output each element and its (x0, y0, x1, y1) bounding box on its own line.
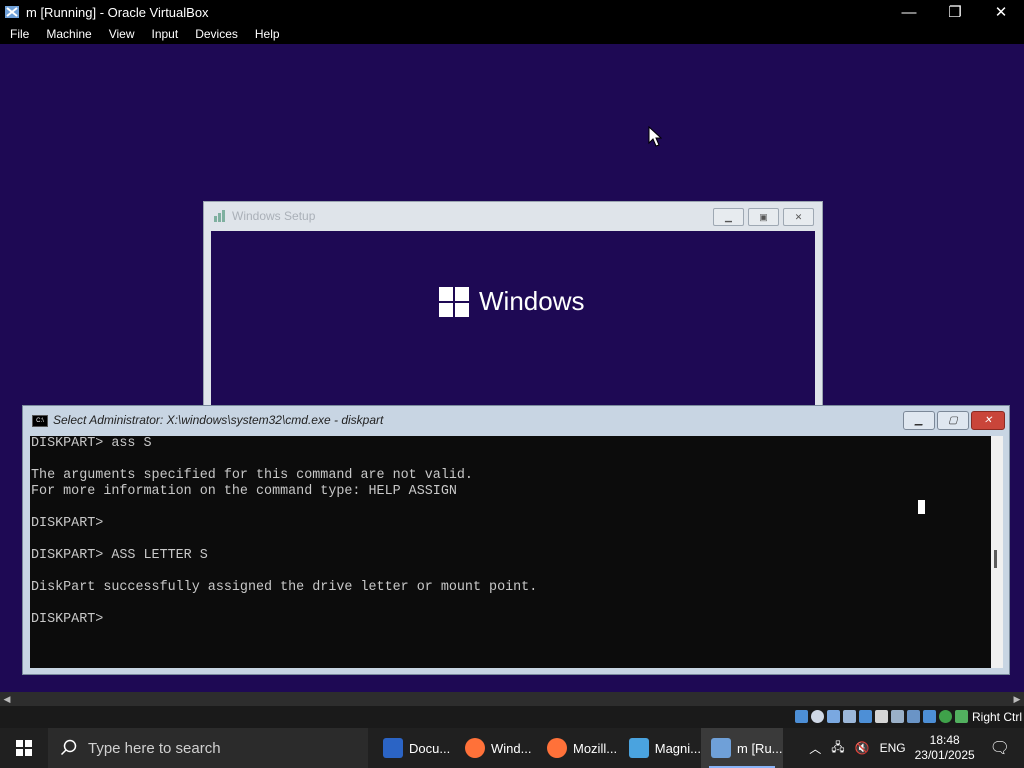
menu-help[interactable]: Help (245, 27, 287, 41)
restore-button[interactable]: ❐ (932, 0, 978, 24)
cmd-icon: C:\ (32, 415, 48, 427)
volume-muted-icon[interactable]: 🔇 (855, 741, 870, 755)
network-icon[interactable] (843, 710, 856, 723)
taskbar-item-virtualbox[interactable]: m [Ru... (701, 728, 783, 768)
console-line: The arguments specified for this command… (31, 468, 473, 483)
windows-start-icon (16, 740, 32, 756)
menu-file[interactable]: File (0, 27, 36, 41)
menu-machine[interactable]: Machine (36, 27, 98, 41)
close-button[interactable]: ✕ (978, 0, 1024, 24)
taskbar-item-label: Wind... (491, 740, 532, 756)
console-line: DISKPART> (31, 516, 104, 531)
virtualbox-title-bar: m [Running] - Oracle VirtualBox — ❐ ✕ (0, 0, 1024, 24)
virtualbox-icon (711, 738, 731, 758)
vm-horizontal-scrollbar[interactable]: ◀ ▶ (0, 692, 1024, 706)
firefox-icon (465, 738, 485, 758)
taskbar-item-magnifier[interactable]: Magni... (619, 728, 701, 768)
recording-icon[interactable] (907, 710, 920, 723)
console-line: DISKPART> ass S (31, 436, 152, 451)
windows-brand: Windows (439, 286, 584, 317)
taskbar-item-label: Docu... (409, 740, 451, 756)
taskbar-item-label: Magni... (654, 740, 701, 756)
console-line: DiskPart successfully assigned the drive… (31, 580, 538, 595)
taskbar-item-firefox-mozilla[interactable]: Mozill... (537, 728, 619, 768)
scroll-left-icon[interactable]: ◀ (0, 692, 14, 706)
cmd-restore-button[interactable]: ▢ (937, 411, 969, 430)
optical-drive-icon[interactable] (811, 710, 824, 723)
usb-icon[interactable] (859, 710, 872, 723)
mouse-pointer-icon (648, 126, 662, 147)
audio-icon[interactable] (827, 710, 840, 723)
minimize-button[interactable]: — (886, 0, 932, 24)
taskbar: Type here to search Docu... Wind... Mozi… (0, 728, 1024, 768)
windows-logo-icon (439, 286, 469, 317)
brand-text: Windows (479, 286, 585, 316)
display-icon[interactable] (891, 710, 904, 723)
taskbar-item-firefox-windows[interactable]: Wind... (455, 728, 537, 768)
host-key-label: Right Ctrl (971, 710, 1022, 724)
document-icon (383, 738, 403, 758)
menu-input[interactable]: Input (142, 27, 186, 41)
text-cursor (918, 500, 925, 514)
vt-x-icon[interactable] (939, 710, 952, 723)
taskbar-apps: Docu... Wind... Mozill... Magni... m [Ru… (373, 728, 783, 768)
vm-display[interactable]: Windows Setup ▁ ▣ ✕ Windows C:\ Select A… (0, 44, 1024, 692)
firefox-icon (547, 738, 567, 758)
console-output[interactable]: DISKPART> ass S The arguments specified … (30, 436, 991, 668)
setup-restore-button[interactable]: ▣ (748, 208, 779, 226)
status-icons (795, 710, 968, 723)
setup-minimize-button[interactable]: ▁ (713, 208, 744, 226)
setup-icon (214, 210, 225, 222)
search-placeholder: Type here to search (88, 739, 221, 757)
setup-content: Windows (211, 231, 815, 407)
notifications-icon[interactable]: 🗨 (990, 738, 1010, 758)
cmd-title-bar[interactable]: C:\ Select Administrator: X:\windows\sys… (23, 406, 1009, 434)
console-line: For more information on the command type… (31, 484, 457, 499)
hard-disk-icon[interactable] (795, 710, 808, 723)
windows-setup-window: Windows Setup ▁ ▣ ✕ Windows (203, 201, 823, 408)
virtualbox-icon (5, 6, 19, 18)
magnifier-icon (629, 738, 649, 758)
search-icon (60, 739, 77, 756)
taskbar-item-label: Mozill... (573, 740, 618, 756)
scrollbar-thumb[interactable] (994, 550, 997, 568)
system-tray: ︿ 🖧 🔇 ENG 18:48 23/01/2025 🗨 (804, 728, 1024, 768)
shared-folders-icon[interactable] (875, 710, 888, 723)
vbox-status-bar: Right Ctrl (0, 706, 1024, 728)
console-line: DISKPART> ASS LETTER S (31, 548, 208, 563)
window-title: m [Running] - Oracle VirtualBox (26, 4, 209, 20)
cmd-minimize-button[interactable]: ▁ (903, 411, 935, 430)
setup-title-bar: Windows Setup ▁ ▣ ✕ (204, 202, 822, 230)
chevron-up-icon[interactable]: ︿ (809, 740, 821, 757)
clock-date: 23/01/2025 (914, 748, 975, 762)
cmd-window: C:\ Select Administrator: X:\windows\sys… (22, 405, 1010, 675)
setup-title: Windows Setup (232, 209, 316, 223)
network-icon[interactable]: 🖧 (831, 738, 844, 759)
cmd-title: Select Administrator: X:\windows\system3… (53, 413, 384, 427)
start-button[interactable] (0, 728, 48, 768)
console-prompt: DISKPART> (31, 612, 104, 627)
cmd-scrollbar[interactable] (991, 436, 1003, 668)
cmd-close-button[interactable]: ✕ (971, 411, 1005, 430)
language-indicator[interactable]: ENG (880, 741, 906, 755)
menu-bar: File Machine View Input Devices Help (0, 24, 1024, 44)
mouse-integration-icon[interactable] (955, 710, 968, 723)
taskbar-item-label: m [Ru... (737, 740, 783, 756)
taskbar-item-document[interactable]: Docu... (373, 728, 455, 768)
cpu-icon[interactable] (923, 710, 936, 723)
clock-time: 18:48 (929, 733, 960, 747)
clock[interactable]: 18:48 23/01/2025 (915, 733, 975, 763)
setup-close-button[interactable]: ✕ (783, 208, 814, 226)
taskbar-search[interactable]: Type here to search (48, 728, 368, 768)
menu-view[interactable]: View (99, 27, 142, 41)
scroll-right-icon[interactable]: ▶ (1010, 692, 1024, 706)
menu-devices[interactable]: Devices (185, 27, 245, 41)
